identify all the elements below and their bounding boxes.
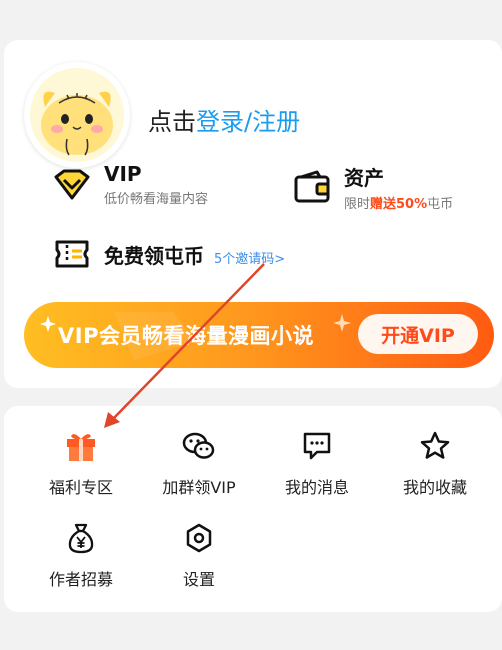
menu-label-messages: 我的消息 (284, 478, 349, 497)
assets-feature[interactable]: 资产 限时赠送50%屯币 (292, 162, 453, 212)
menu-item-favorites[interactable]: 我的收藏 (380, 428, 490, 498)
ticket-icon (52, 234, 92, 274)
menu-label-welfare: 福利专区 (48, 478, 113, 497)
assets-subtitle-before: 限时 (344, 197, 371, 212)
login-register-link[interactable]: 登录/注册 (196, 102, 300, 137)
invite-code-link[interactable]: 5个邀请码> (214, 248, 285, 267)
vip-feature[interactable]: VIP 低价畅看海量内容 (52, 162, 208, 207)
vip-subtitle: 低价畅看海量内容 (104, 192, 209, 207)
message-icon (301, 428, 333, 464)
vip-banner[interactable]: VIP会员畅看海量漫画小说 开通VIP (24, 302, 494, 368)
menu-item-welfare[interactable]: 福利专区 (26, 428, 136, 498)
menu-label-settings: 设置 (182, 570, 215, 589)
menu-label-author-recruit: 作者招募 (48, 570, 113, 589)
menu-item-join-group[interactable]: 加群领VIP (144, 428, 254, 498)
assets-subtitle-highlight: 赠送50% (370, 197, 428, 212)
vip-title: VIP (104, 162, 142, 186)
menu-item-author-recruit[interactable]: 作者招募 (26, 520, 136, 590)
settings-icon (183, 520, 215, 556)
assets-subtitle-after: 屯币 (427, 197, 454, 212)
open-vip-button[interactable]: 开通VIP (358, 314, 478, 354)
menu-item-messages[interactable]: 我的消息 (262, 428, 372, 498)
gift-icon (64, 428, 98, 464)
star-icon (419, 428, 451, 464)
vip-diamond-icon (52, 165, 92, 205)
avatar[interactable] (24, 62, 130, 168)
login-prefix: 点击 (148, 108, 196, 136)
menu-label-favorites: 我的收藏 (402, 478, 467, 497)
menu-label-join-group: 加群领VIP (162, 478, 236, 497)
hamster-avatar-icon (30, 68, 124, 162)
wechat-icon (182, 428, 216, 464)
menu-item-settings[interactable]: 设置 (144, 520, 254, 590)
free-coins-title: 免费领屯币 (104, 243, 204, 268)
login-prompt[interactable]: 点击 登录/注册 (148, 102, 300, 137)
banner-text: VIP会员畅看海量漫画小说 (58, 324, 314, 348)
free-coins-feature[interactable]: 免费领屯币 5个邀请码> (52, 234, 285, 274)
menu-card: 福利专区 加群领VIP 我的消息 我的收藏 作者招募 设置 (4, 406, 502, 612)
assets-subtitle: 限时赠送50%屯币 (344, 193, 453, 212)
money-bag-icon (65, 520, 97, 556)
profile-card: 点击 登录/注册 VIP 低价畅看海量内容 资产 限时赠送50%屯币 免费领屯币… (4, 40, 502, 388)
assets-title: 资产 (344, 166, 384, 190)
wallet-icon (292, 167, 332, 207)
